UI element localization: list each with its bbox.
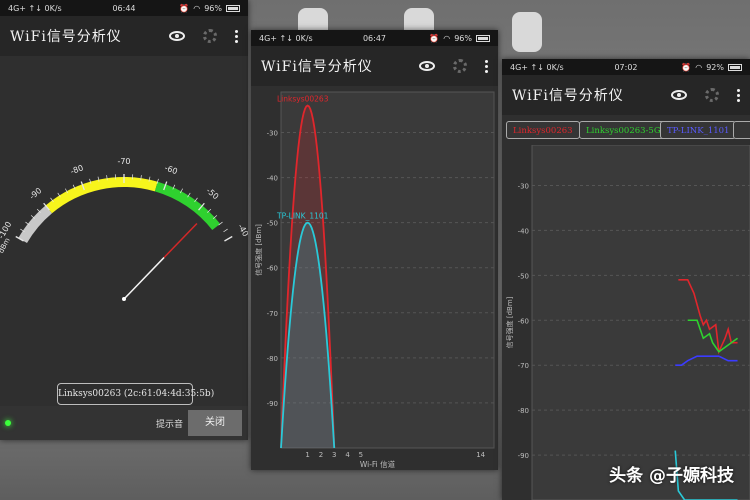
y-tick-label: -30 [267, 130, 278, 138]
eye-icon[interactable] [671, 90, 687, 100]
wifi-icon: ◠ [695, 62, 703, 72]
gauge-tick-label: -80 [69, 163, 84, 176]
x-tick-label: 2 [319, 451, 323, 459]
more-options-icon[interactable] [737, 88, 740, 102]
close-button[interactable]: 关闭 [188, 410, 242, 436]
gauge-tick-label: -50 [204, 186, 220, 201]
battery-icon [226, 4, 240, 12]
gear-icon[interactable] [203, 29, 217, 43]
x-tick-label: 14 [476, 451, 485, 459]
gear-icon[interactable] [705, 88, 719, 102]
status-time: 07:02 [614, 62, 638, 72]
network-tab-more[interactable] [733, 121, 750, 139]
network-tab-linksys-5g[interactable]: Linksys00263-5G [579, 121, 668, 139]
network-status: 4G+ ↑↓ 0K/s [8, 3, 62, 13]
y-tick-label: -70 [267, 310, 278, 318]
gauge-tick [223, 228, 228, 233]
status-bar: 4G+ ↑↓ 0K/s 06:47 ⏰ ◠ 96% [251, 30, 498, 46]
gauge-tick [224, 235, 233, 242]
battery-icon [476, 34, 490, 42]
y-axis-label: 信号强度 [dBm] [254, 224, 263, 276]
battery-level: 96% [204, 3, 222, 13]
plot-area [531, 145, 750, 500]
time-graph: -30 -40 -50 -60 -70 -80 -90 信号强度 [dBm] [505, 145, 750, 500]
battery-level: 96% [454, 33, 472, 43]
status-bar: 4G+ ↑↓ 0K/s 06:44 ⏰ ◠ 96% [0, 0, 248, 16]
eye-icon[interactable] [419, 61, 435, 71]
y-tick-label: -80 [518, 407, 529, 415]
background-block [512, 12, 542, 52]
gauge-tick-label: -90 [28, 186, 44, 201]
app-title: WiFi信号分析仪 [261, 59, 373, 75]
x-tick-label: 4 [345, 451, 350, 459]
x-tick-label: 1 [305, 451, 309, 459]
gauge-band-1 [45, 177, 158, 214]
app-title: WiFi信号分析仪 [512, 88, 624, 104]
x-axis-label: Wi-Fi 信道 [360, 459, 396, 468]
status-led-icon [5, 420, 11, 426]
y-tick-label: -60 [518, 317, 529, 325]
x-tick-label: 5 [359, 451, 363, 459]
gauge-tick-label: -100 [0, 220, 13, 240]
gauge-needle [123, 256, 165, 300]
y-tick-label: -90 [267, 400, 278, 408]
gear-icon[interactable] [453, 59, 467, 73]
sound-toggle[interactable]: 提示音 [156, 417, 183, 430]
phone-screen-time-graph: 4G+ ↑↓ 0K/s 07:02 ⏰ ◠ 92% WiFi信号分析仪 Link… [502, 59, 750, 500]
network-tab-tplink[interactable]: TP-LINK_1101 [660, 121, 737, 139]
app-bar: WiFi信号分析仪 [0, 16, 248, 56]
eye-icon[interactable] [169, 31, 185, 41]
more-options-icon[interactable] [485, 59, 488, 73]
gauge-band-0 [18, 205, 53, 244]
status-time: 06:44 [112, 3, 136, 13]
y-tick-label: -50 [518, 272, 529, 280]
y-tick-label: -70 [518, 362, 529, 370]
network-status: 4G+ ↑↓ 0K/s [259, 33, 313, 43]
app-bar: WiFi信号分析仪 [251, 46, 498, 86]
battery-icon [728, 63, 742, 71]
y-tick-label: -80 [267, 355, 278, 363]
x-tick-label: 3 [332, 451, 336, 459]
status-bar: 4G+ ↑↓ 0K/s 07:02 ⏰ ◠ 92% [502, 59, 750, 75]
network-tab-linksys[interactable]: Linksys00263 [506, 121, 580, 139]
app-bar: WiFi信号分析仪 [502, 75, 750, 115]
y-tick-label: -60 [267, 265, 278, 273]
watermark: 头条 @子嫄科技 [609, 466, 734, 486]
y-tick-label: -40 [267, 175, 278, 183]
more-options-icon[interactable] [235, 29, 238, 43]
gauge-tick-label: -40 [236, 222, 248, 238]
gauge-needle-pivot [122, 297, 126, 301]
y-tick-label: -50 [267, 220, 278, 228]
gauge-tick-label: -70 [117, 157, 130, 166]
signal-gauge: -100-90-80-70-60-50-40dBm [0, 157, 248, 301]
series-label-0: Linksys00263 [277, 95, 329, 104]
bottom-bar: 提示音 关闭 [0, 406, 248, 440]
battery-level: 92% [706, 62, 724, 72]
status-time: 06:47 [362, 33, 387, 43]
y-tick-label: -30 [518, 182, 529, 190]
network-status: 4G+ ↑↓ 0K/s [510, 62, 564, 72]
device-select-button[interactable]: Linksys00263 (2c:61:04:4d:35:5b) [57, 383, 214, 405]
y-tick-label: -40 [518, 227, 529, 235]
wifi-icon: ◠ [443, 33, 451, 43]
wifi-icon: ◠ [193, 3, 201, 13]
phone-screen-gauge: 4G+ ↑↓ 0K/s 06:44 ⏰ ◠ 96% WiFi信号分析仪 -100… [0, 0, 248, 440]
gauge-tick-label: -60 [163, 163, 178, 176]
phone-screen-channel-graph: 4G+ ↑↓ 0K/s 06:47 ⏰ ◠ 96% WiFi信号分析仪 -30-… [251, 30, 498, 470]
alarm-icon: ⏰ [681, 62, 692, 72]
y-axis-label: 信号强度 [dBm] [505, 296, 514, 348]
series-label-1: TP-LINK_1101 [276, 212, 329, 221]
y-tick-label: -90 [518, 452, 529, 460]
app-title: WiFi信号分析仪 [10, 29, 122, 45]
gauge-needle-tip [163, 222, 198, 258]
alarm-icon: ⏰ [179, 3, 190, 13]
alarm-icon: ⏰ [429, 33, 440, 43]
channel-graph: -30 -40 -50 -60 -70 -80 -90 1 2 3 4 5 14 Wi-Fi 信道 信号强度… [254, 91, 495, 468]
